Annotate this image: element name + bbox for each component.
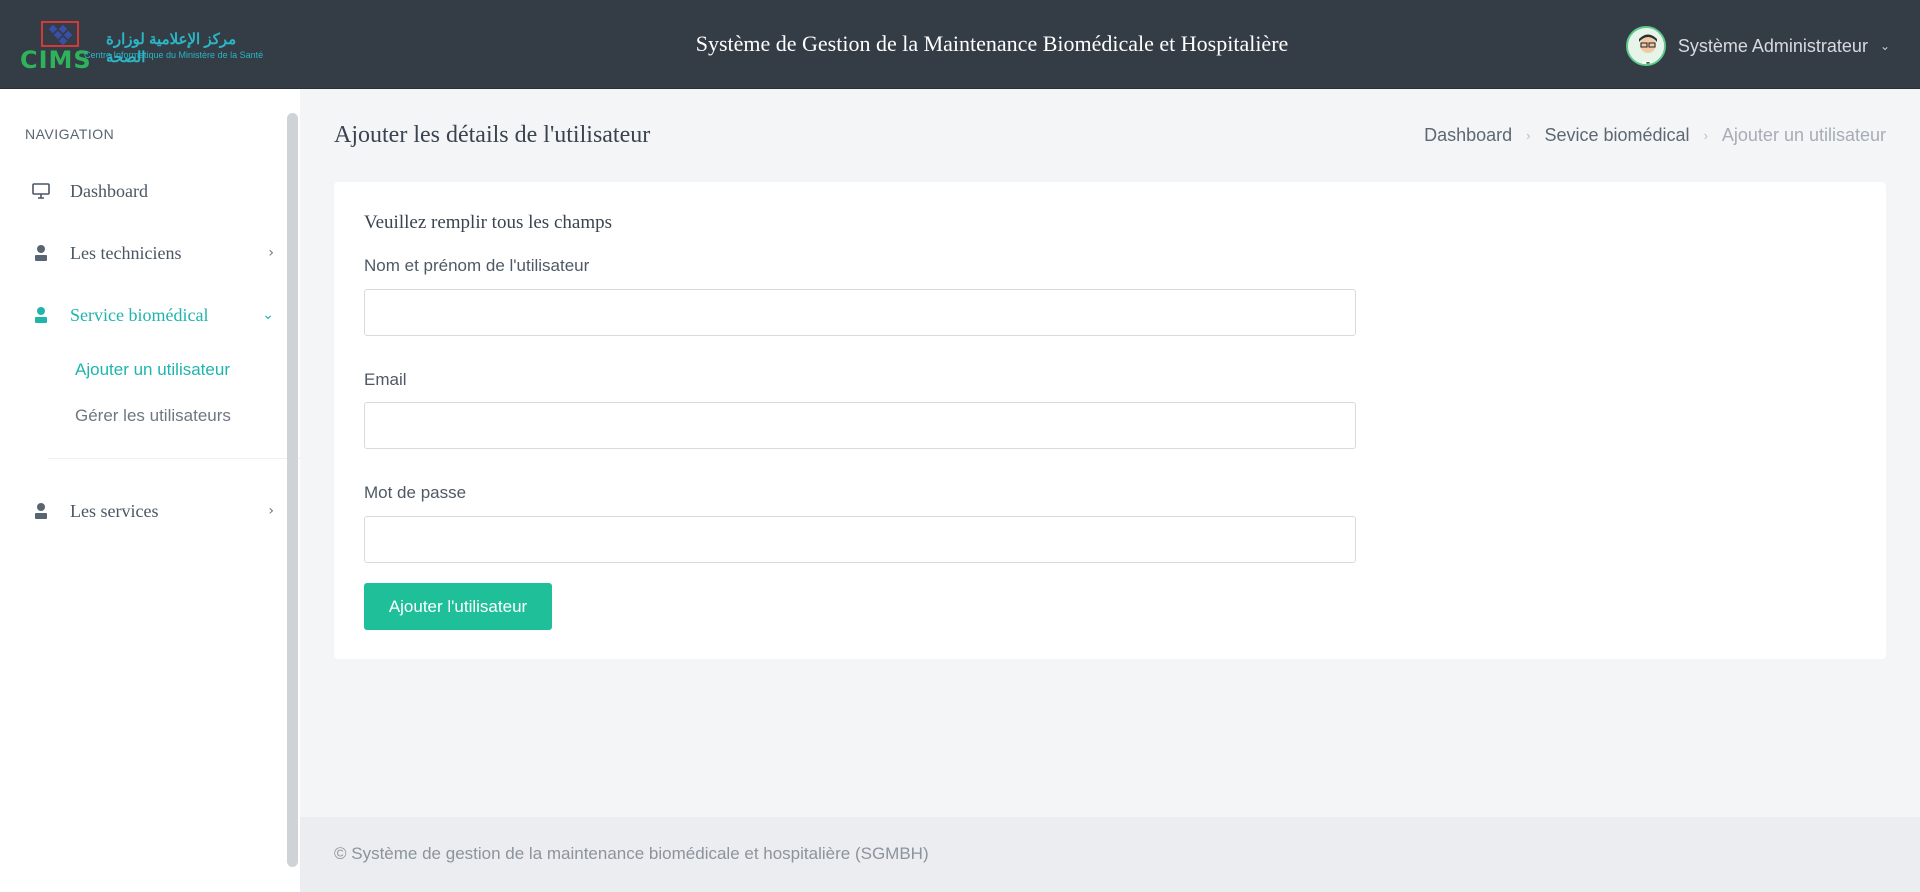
footer-text: © Système de gestion de la maintenance b… [334,844,929,863]
name-input[interactable] [364,289,1356,336]
footer: © Système de gestion de la maintenance b… [300,817,1920,892]
sidebar-item-services[interactable]: Les services › [30,491,280,531]
breadcrumb-service-biomedical[interactable]: Sevice biomédical [1544,125,1689,146]
user-form-card: Veuillez remplir tous les champs Nom et … [334,182,1886,659]
sidebar-item-label: Service biomédical [70,304,209,325]
chevron-down-icon: ⌄ [262,307,274,323]
breadcrumb: Dashboard › Sevice biomédical › Ajouter … [1424,125,1886,146]
chevron-down-icon[interactable]: ⌄ [1880,39,1890,53]
password-label: Mot de passe [364,483,467,502]
chevron-right-icon: › [1526,128,1531,143]
sidebar-subitem-ajouter-utilisateur[interactable]: Ajouter un utilisateur [75,360,230,380]
email-input[interactable] [364,402,1356,449]
user-icon [30,501,52,521]
avatar[interactable] [1625,26,1666,66]
sidebar: NAVIGATION Dashboard Les techniciens › S… [0,89,300,892]
sidebar-item-techniciens[interactable]: Les techniciens › [30,233,280,273]
sidebar-item-label: Dashboard [70,180,148,201]
sidebar-scrollbar[interactable] [287,113,298,867]
sidebar-divider [48,458,300,459]
top-bar: CIMS مركز الإعلامية لوزارة الصحة Centre … [0,0,1920,89]
email-label: Email [364,370,407,389]
page-title: Ajouter les détails de l'utilisateur [334,122,651,148]
user-menu[interactable]: Système Administrateur ⌄ [1625,26,1890,66]
chevron-right-icon: › [268,245,274,261]
add-user-button[interactable]: Ajouter l'utilisateur [364,583,552,630]
nav-heading: NAVIGATION [25,126,115,142]
user-icon [30,243,52,263]
sidebar-subitem-gerer-utilisateurs[interactable]: Gérer les utilisateurs [75,406,231,426]
name-label: Nom et prénom de l'utilisateur [364,256,590,275]
chevron-right-icon: › [268,503,274,519]
form-instruction: Veuillez remplir tous les champs [364,212,612,233]
chevron-right-icon: › [1703,128,1708,143]
breadcrumb-current: Ajouter un utilisateur [1721,125,1886,145]
sidebar-item-label: Les techniciens [70,242,182,263]
sidebar-item-label: Les services [70,500,159,521]
breadcrumb-dashboard[interactable]: Dashboard [1424,125,1512,146]
user-name: Système Administrateur [1677,35,1868,56]
sidebar-item-dashboard[interactable]: Dashboard [30,171,280,211]
user-icon [30,305,52,325]
sidebar-item-service-biomedical[interactable]: Service biomédical ⌄ [30,295,280,335]
avatar-icon [1627,28,1664,64]
password-input[interactable] [364,516,1356,563]
monitor-icon [30,181,52,201]
